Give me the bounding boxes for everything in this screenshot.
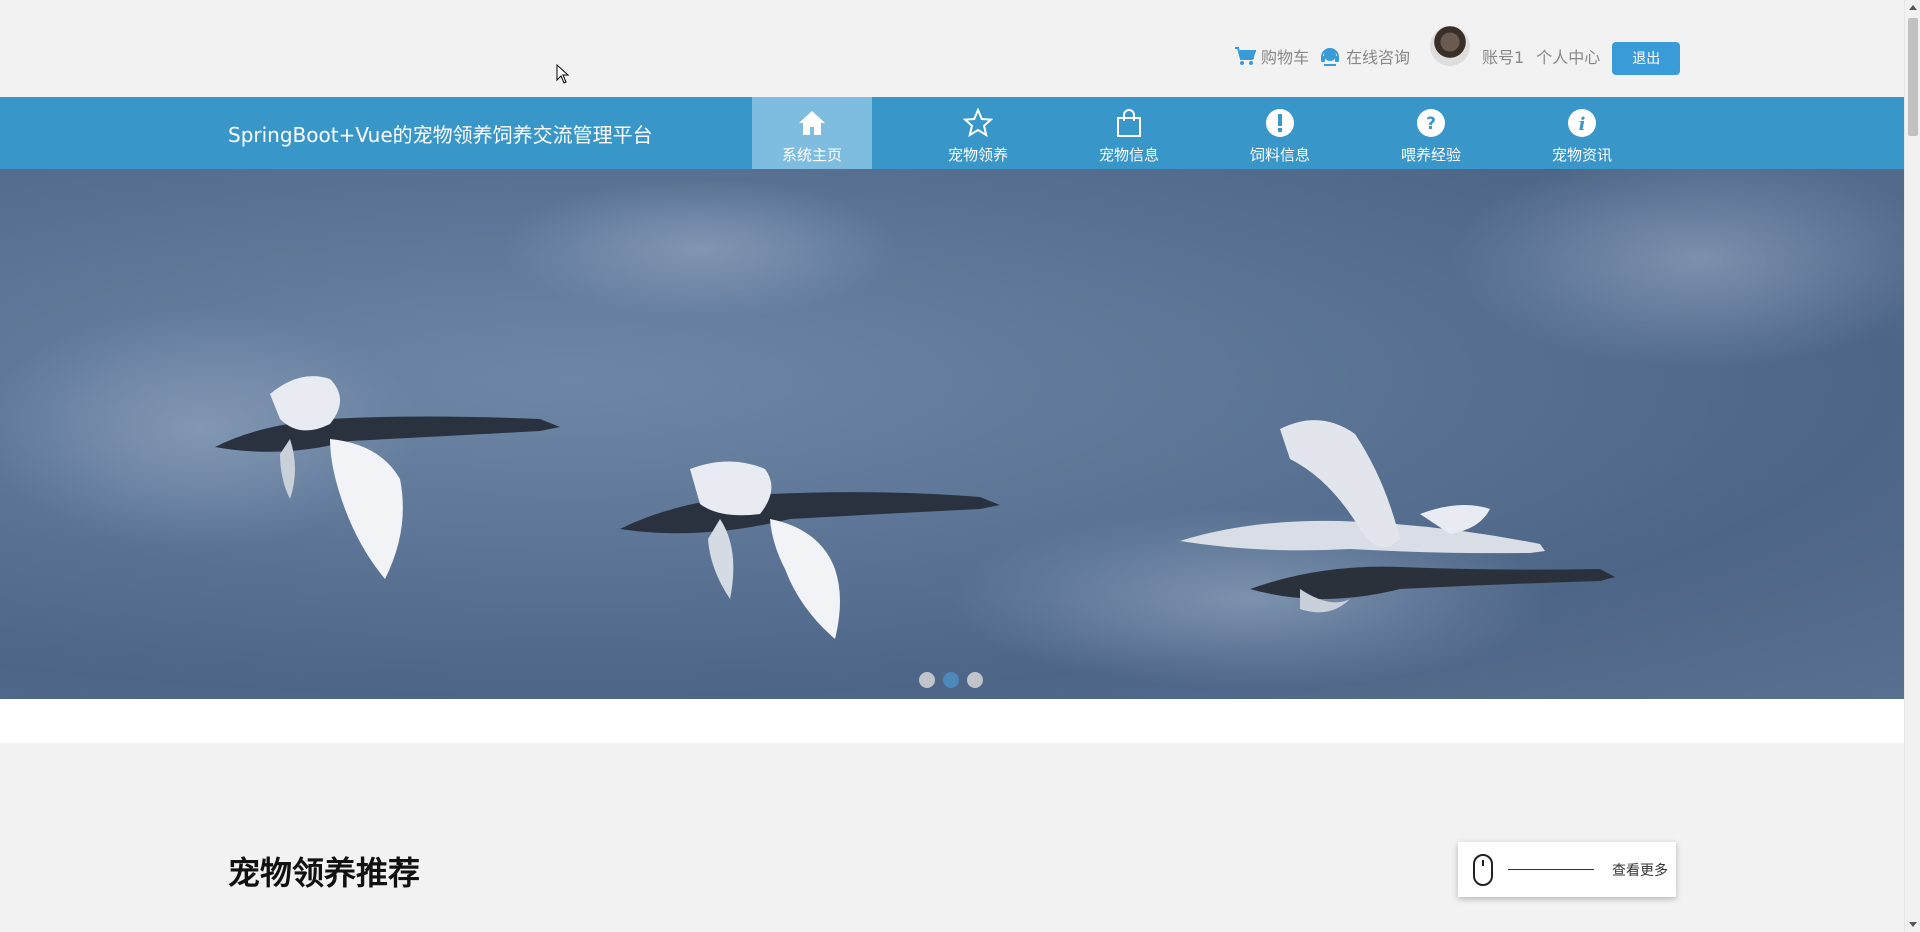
- scroll-up-arrow-icon[interactable]: [1909, 5, 1917, 10]
- banner-carousel[interactable]: [0, 169, 1904, 699]
- scroll-down-arrow-icon[interactable]: [1909, 922, 1917, 927]
- nav-item-pet-info[interactable]: 宠物信息: [1069, 97, 1189, 169]
- mouse-cursor-icon: [556, 64, 570, 84]
- carousel-dot-2[interactable]: [943, 672, 959, 688]
- page-scrollbar[interactable]: [1904, 0, 1920, 932]
- account-name[interactable]: 账号1: [1482, 44, 1524, 68]
- mouse-icon: [1472, 853, 1494, 887]
- question-icon: ?: [1416, 108, 1446, 138]
- carousel-dots: [919, 672, 983, 688]
- nav-item-label: 宠物资讯: [1551, 146, 1612, 164]
- site-brand: SpringBoot+Vue的宠物领养饲养交流管理平台: [228, 123, 653, 147]
- carousel-dot-3[interactable]: [967, 672, 983, 688]
- swan-2: [620, 461, 1000, 639]
- consult-link[interactable]: 在线咨询: [1319, 44, 1410, 68]
- logout-button[interactable]: 退出: [1612, 41, 1681, 75]
- view-more-label: 查看更多: [1612, 862, 1668, 879]
- nav-item-home[interactable]: 系统主页: [752, 97, 872, 169]
- exclamation-icon: [1265, 108, 1295, 138]
- divider-line: [1508, 869, 1594, 870]
- top-right-links: 购物车 在线咨询 账号1 个人中心 退出: [1234, 20, 1681, 92]
- info-icon: i: [1567, 108, 1597, 138]
- nav-item-label: 系统主页: [781, 146, 842, 164]
- view-more-button[interactable]: 查看更多: [1458, 842, 1676, 897]
- avatar[interactable]: [1430, 26, 1471, 66]
- banner-bottom-strip: [0, 699, 1904, 743]
- top-bar: 购物车 在线咨询 账号1 个人中心 退出: [0, 0, 1904, 97]
- nav-item-feed-info[interactable]: 饲料信息: [1220, 97, 1340, 169]
- nav-item-label: 宠物领养: [947, 146, 1008, 164]
- cart-icon: [1234, 45, 1256, 67]
- nav-item-pet-news[interactable]: i 宠物资讯: [1522, 97, 1642, 169]
- nav-item-label: 饲料信息: [1249, 146, 1310, 164]
- star-icon: [963, 108, 993, 138]
- svg-text:?: ?: [1426, 114, 1436, 134]
- personal-center-link[interactable]: 个人中心: [1536, 44, 1600, 68]
- carousel-dot-1[interactable]: [919, 672, 935, 688]
- nav-item-feeding-experience[interactable]: ? 喂养经验: [1371, 97, 1491, 169]
- cart-label: 购物车: [1261, 48, 1310, 67]
- section-title: 宠物领养推荐: [228, 854, 421, 892]
- nav-item-adoption[interactable]: 宠物领养: [918, 97, 1038, 169]
- swans-image: [0, 169, 1904, 689]
- home-icon: [797, 108, 827, 138]
- cart-link[interactable]: 购物车: [1234, 44, 1309, 68]
- main-nav: SpringBoot+Vue的宠物领养饲养交流管理平台 系统主页 宠物领养 宠物…: [0, 97, 1904, 169]
- bag-icon: [1114, 108, 1144, 138]
- scrollbar-thumb[interactable]: [1908, 18, 1918, 136]
- nav-item-label: 喂养经验: [1400, 146, 1461, 164]
- svg-text:i: i: [1579, 114, 1586, 135]
- consult-label: 在线咨询: [1346, 48, 1411, 67]
- nav-item-label: 宠物信息: [1098, 146, 1159, 164]
- headset-icon: [1319, 45, 1341, 67]
